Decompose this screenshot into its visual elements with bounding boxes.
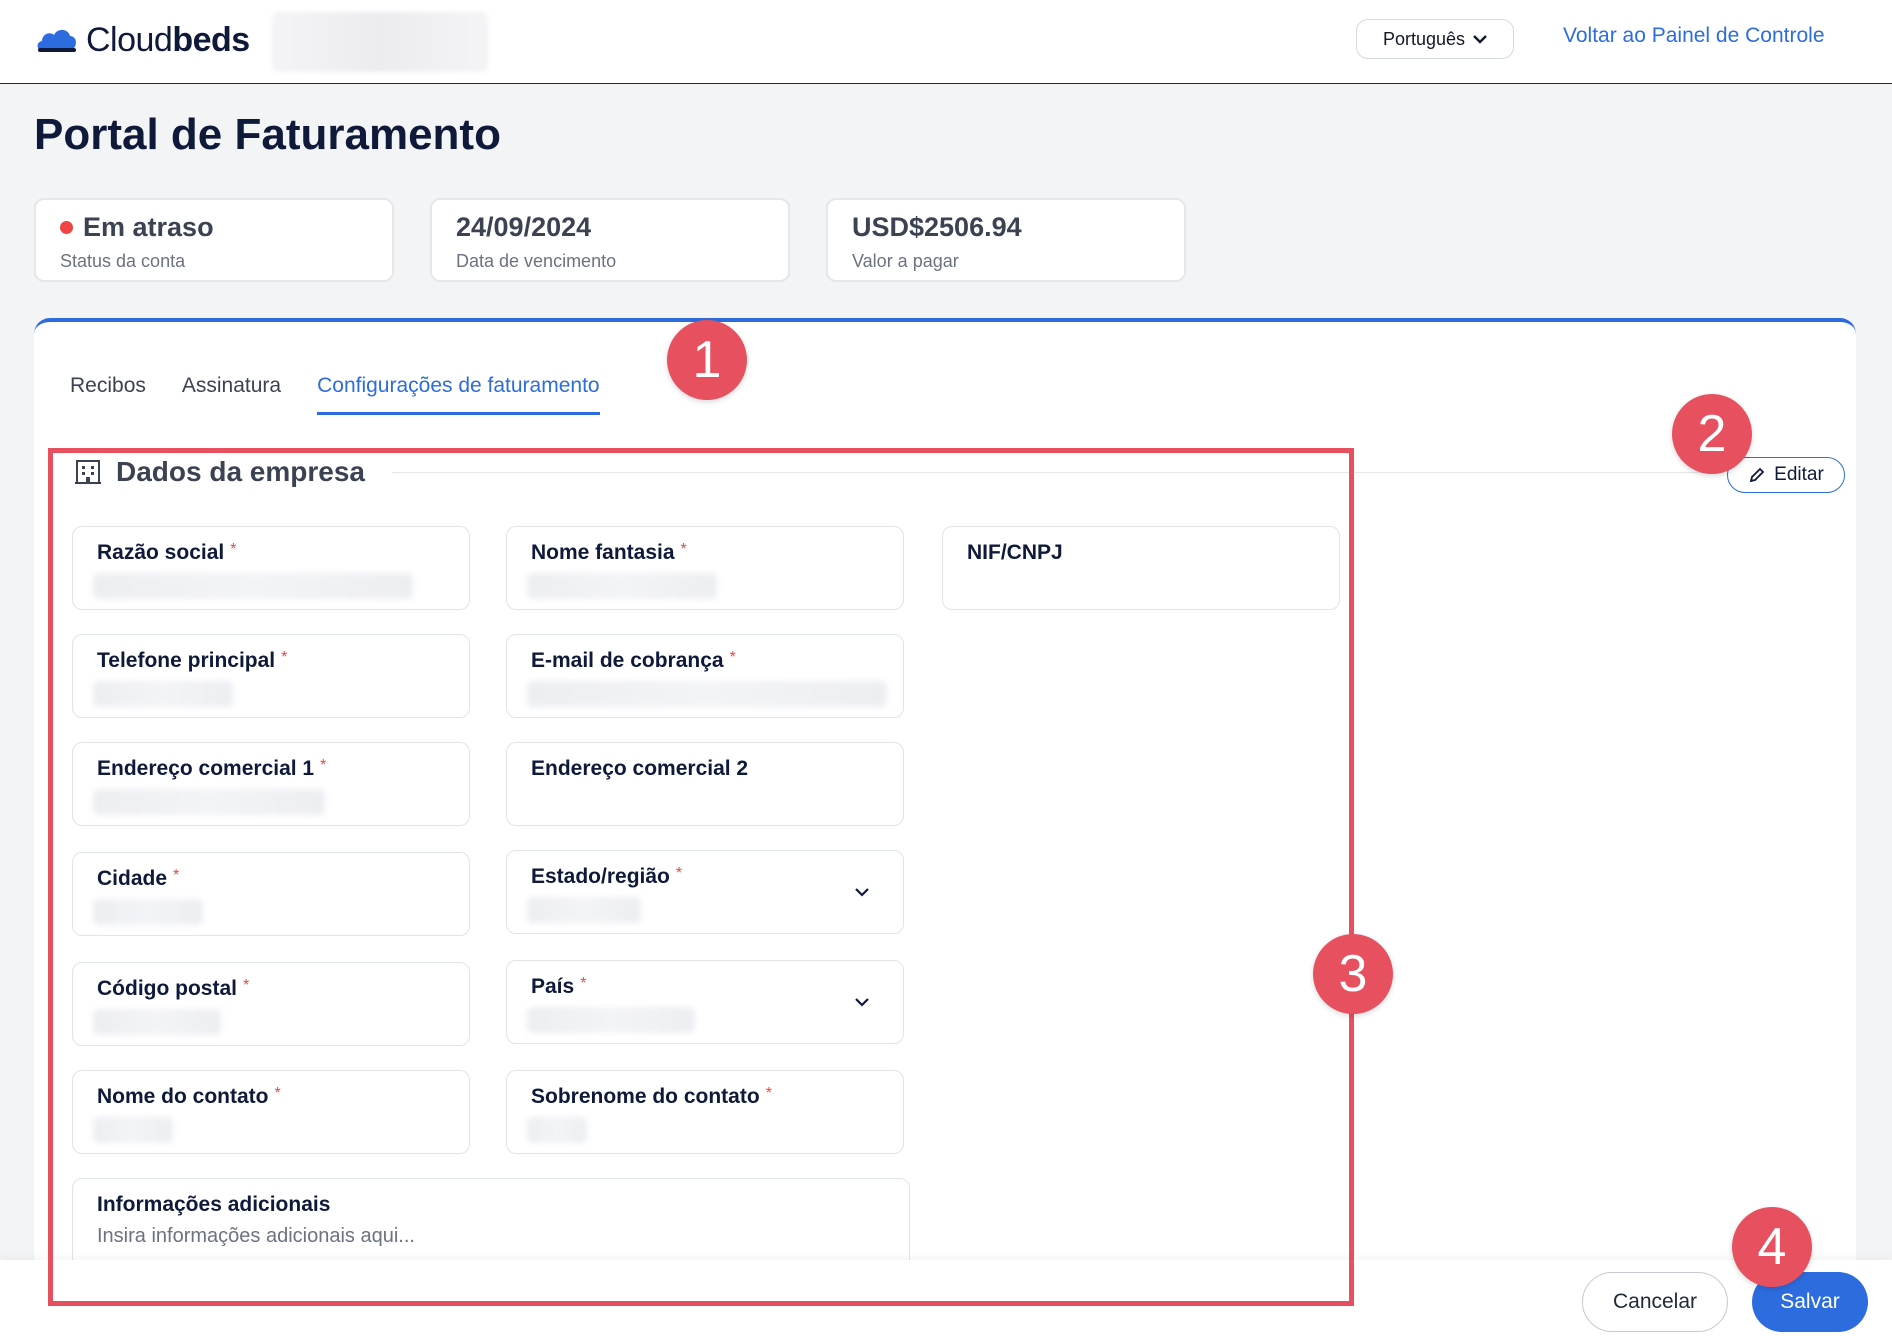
status-dot-icon: [60, 221, 73, 234]
edit-button[interactable]: Editar: [1727, 457, 1845, 493]
annotation-badge-2: 2: [1672, 394, 1752, 474]
cloud-logo-icon: [37, 29, 76, 52]
language-select[interactable]: Português: [1356, 19, 1514, 59]
edit-button-label: Editar: [1774, 464, 1824, 485]
account-status-value: Em atraso: [83, 212, 214, 242]
page-title: Portal de Faturamento: [34, 110, 501, 159]
tab-bar: Recibos Assinatura Configurações de fatu…: [70, 374, 600, 415]
language-label: Português: [1382, 28, 1466, 49]
cancel-button[interactable]: Cancelar: [1582, 1272, 1728, 1332]
property-name-redacted: [272, 12, 488, 72]
amount-due-card: USD$2506.94 Valor a pagar: [826, 198, 1186, 282]
logo-text-light: Cloud: [86, 20, 173, 59]
account-status-card: Em atraso Status da conta: [34, 198, 394, 282]
annotation-badge-3: 3: [1313, 934, 1393, 1014]
account-status-label: Status da conta: [60, 251, 186, 271]
top-bar: Cloudbeds Português Voltar ao Painel de …: [0, 0, 1892, 84]
annotation-badge-1: 1: [667, 320, 747, 400]
pencil-icon: [1749, 467, 1765, 483]
cloudbeds-logo[interactable]: Cloudbeds: [34, 20, 250, 60]
due-date-card: 24/09/2024 Data de vencimento: [430, 198, 790, 282]
annotation-badge-4: 4: [1732, 1207, 1812, 1287]
annotation-highlight-box: [48, 448, 1354, 1306]
due-date-value: 24/09/2024: [456, 212, 592, 242]
tab-billing-settings[interactable]: Configurações de faturamento: [317, 374, 600, 415]
tab-receipts[interactable]: Recibos: [70, 374, 146, 415]
chevron-down-icon: [1473, 35, 1487, 44]
back-to-dashboard-link[interactable]: Voltar ao Painel de Controle: [1563, 24, 1825, 48]
amount-due-label: Valor a pagar: [852, 251, 959, 271]
amount-due-value: USD$2506.94: [852, 212, 1022, 242]
due-date-label: Data de vencimento: [456, 251, 617, 271]
logo-text-bold: beds: [172, 20, 250, 59]
tab-subscription[interactable]: Assinatura: [182, 374, 281, 415]
